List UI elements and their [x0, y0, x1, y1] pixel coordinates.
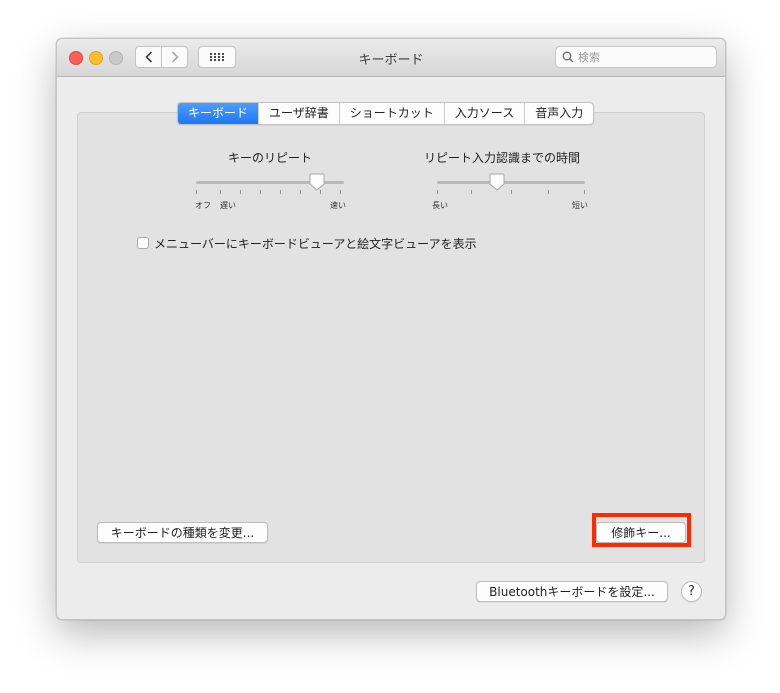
- tick: [548, 190, 549, 194]
- delay-track[interactable]: [437, 181, 585, 184]
- help-button[interactable]: ?: [681, 581, 702, 602]
- delay-long-label: 長い: [432, 201, 448, 210]
- tick: [437, 190, 438, 194]
- key-repeat-fast-label: 速い: [330, 201, 346, 210]
- show-viewer-label: メニューバーにキーボードビューアと絵文字ビューアを表示: [154, 237, 477, 251]
- tab-user-dictionary[interactable]: ユーザ辞書: [258, 103, 339, 124]
- modifier-keys-highlight: [592, 513, 691, 547]
- tab-keyboard[interactable]: キーボード: [178, 103, 259, 124]
- key-repeat-thumb[interactable]: [309, 173, 325, 191]
- title-bar: キーボード 検索: [57, 39, 725, 77]
- magnifier-icon: [562, 51, 574, 63]
- tab-input-sources[interactable]: 入力ソース: [443, 103, 524, 124]
- tick: [280, 190, 281, 194]
- tick: [511, 190, 512, 194]
- search-field[interactable]: 検索: [555, 46, 717, 68]
- tab-bar: キーボード ユーザ辞書 ショートカット 入力ソース 音声入力: [177, 102, 595, 125]
- tick: [300, 190, 301, 194]
- key-repeat-label: キーのリピート: [227, 151, 312, 165]
- change-keyboard-type-button[interactable]: キーボードの種類を変更...: [97, 522, 268, 543]
- tick: [260, 190, 261, 194]
- delay-label: リピート入力認識までの時間: [423, 151, 580, 165]
- key-repeat-slow-label: 遅い: [220, 201, 236, 210]
- key-repeat-off-label: オフ: [195, 201, 211, 210]
- tick: [471, 190, 472, 194]
- tab-shortcuts[interactable]: ショートカット: [338, 103, 444, 124]
- delay-short-label: 短い: [572, 201, 588, 210]
- delay-thumb[interactable]: [489, 173, 505, 191]
- show-viewer-checkbox[interactable]: [137, 237, 149, 249]
- tick: [340, 190, 341, 194]
- tick: [220, 190, 221, 194]
- search-placeholder: 検索: [578, 51, 600, 64]
- content-panel: [77, 112, 705, 563]
- tab-dictation[interactable]: 音声入力: [524, 103, 593, 124]
- tick: [584, 190, 585, 194]
- setup-bluetooth-keyboard-button[interactable]: Bluetoothキーボードを設定...: [476, 581, 668, 602]
- tick: [240, 190, 241, 194]
- keyboard-preferences-window: キーボード 検索 キーボード ユーザ辞書 ショートカット 入力ソース 音声入力 …: [56, 38, 726, 620]
- tick: [196, 190, 197, 194]
